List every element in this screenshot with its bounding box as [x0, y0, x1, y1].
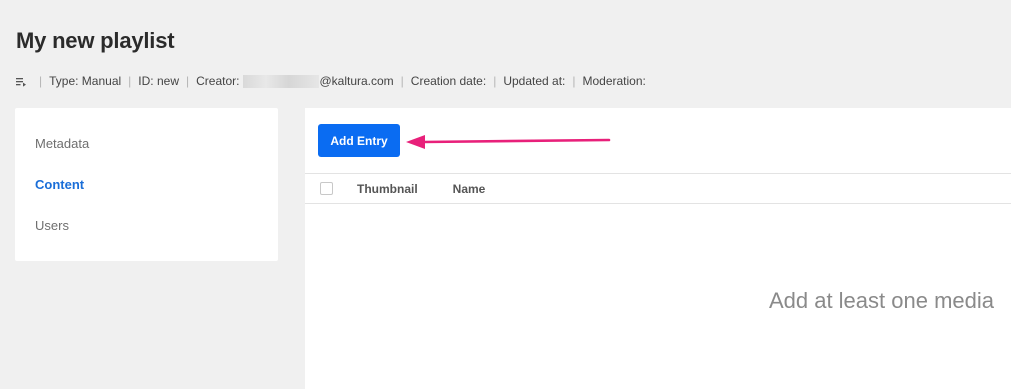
- meta-moderation: Moderation:: [582, 74, 646, 88]
- meta-separator: |: [185, 74, 190, 88]
- sidebar-item-metadata[interactable]: Metadata: [35, 136, 89, 151]
- playlist-meta-row: | Type: Manual | ID: new | Creator: @kal…: [16, 74, 646, 88]
- sidebar-item-content[interactable]: Content: [35, 177, 84, 192]
- meta-type: Type: Manual: [49, 74, 122, 88]
- column-header-thumbnail: Thumbnail: [357, 181, 418, 196]
- add-entry-button[interactable]: Add Entry: [318, 124, 400, 157]
- meta-creator-domain: @kaltura.com: [319, 74, 394, 88]
- section-sidebar: Metadata Content Users: [15, 108, 278, 261]
- select-all-checkbox[interactable]: [320, 182, 333, 195]
- meta-separator: |: [39, 74, 43, 88]
- sidebar-item-users[interactable]: Users: [35, 218, 69, 233]
- playlist-icon: [16, 76, 26, 87]
- page-title: My new playlist: [16, 28, 175, 53]
- meta-separator: |: [493, 74, 497, 88]
- meta-creator-label: Creator:: [196, 74, 240, 88]
- page-header: My new playlist | Type: Manual | ID: new…: [0, 0, 1011, 100]
- content-panel: Add Entry Thumbnail Name Add at least on…: [305, 108, 1011, 389]
- annotation-arrow-icon: [406, 135, 611, 149]
- meta-separator: |: [128, 74, 132, 88]
- redacted-creator-email: [243, 74, 320, 88]
- empty-state-message: Add at least one media: [768, 288, 994, 313]
- meta-separator: |: [572, 74, 576, 88]
- meta-updated-at: Updated at:: [503, 74, 566, 88]
- meta-creation-date: Creation date:: [410, 74, 487, 88]
- table-header: Thumbnail Name: [305, 173, 1011, 204]
- meta-id: ID: new: [138, 74, 179, 88]
- meta-separator: |: [400, 74, 404, 88]
- column-header-name: Name: [452, 181, 486, 196]
